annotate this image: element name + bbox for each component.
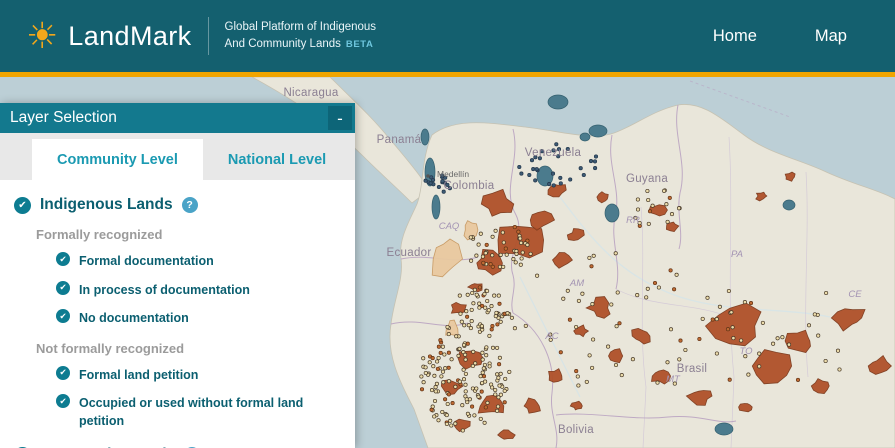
landmark-app: ☀ LandMark Global Platform of Indigenous… <box>0 0 895 448</box>
nav-map[interactable]: Map <box>815 27 847 46</box>
map-label-rr: RR <box>626 215 640 226</box>
checkbox-checked-icon[interactable]: ✔ <box>56 280 70 295</box>
panel-title: Layer Selection <box>10 109 117 126</box>
map-label-brasil: Brasil <box>677 363 708 375</box>
checkbox-checked-icon[interactable]: ✔ <box>56 252 70 266</box>
map-label-bolivia: Bolivia <box>558 424 594 436</box>
map-label-colombia: Colombia <box>444 180 495 192</box>
layer-label: Formal documentation <box>79 254 214 268</box>
indigenous-lands-label: Indigenous Lands <box>40 196 173 213</box>
map-label-ac: AC <box>544 331 558 342</box>
tagline-line2-wrap: And Community Lands BETA <box>225 36 377 53</box>
layer-no-documentation[interactable]: ✔ No documentation <box>56 309 343 328</box>
tab-national-level[interactable]: National Level <box>203 139 351 180</box>
layer-formal-land-petition[interactable]: ✔ Formal land petition <box>56 365 343 385</box>
city-marker-medellin <box>426 174 430 178</box>
map-label-am: AM <box>569 278 584 289</box>
nav-home[interactable]: Home <box>713 27 757 46</box>
map-label-venezuela: Venezuela <box>525 147 582 159</box>
map-label-ecuador: Ecuador <box>387 247 432 259</box>
brand-name[interactable]: LandMark <box>68 21 191 52</box>
main-nav: Home Map <box>713 27 869 46</box>
map-label-nicaragua: Nicaragua <box>283 87 338 99</box>
panel-header: Layer Selection - <box>0 103 355 133</box>
layer-occupied-without-formal-petition[interactable]: ✔ Occupied or used without formal land p… <box>56 394 343 430</box>
panel-tabs: Community Level National Level <box>0 133 355 180</box>
tagline: Global Platform of Indigenous And Commun… <box>225 19 377 54</box>
checkbox-checked-icon[interactable]: ✔ <box>56 365 70 380</box>
checkbox-checked-icon[interactable]: ✔ <box>14 196 31 214</box>
map-label-pa: PA <box>731 249 743 260</box>
map-label-medellín: Medellín <box>437 169 469 179</box>
layer-selection-panel: Layer Selection - Community Level Nation… <box>0 103 355 448</box>
landmark-sun-logo-icon: ☀ <box>26 15 59 56</box>
layer-formal-documentation[interactable]: ✔ Formal documentation <box>56 252 343 271</box>
group-heading-not-formally-recognized: Not formally recognized <box>36 340 185 356</box>
checkbox-checked-icon[interactable]: ✔ <box>56 394 70 408</box>
map-label-mt: MT <box>666 374 681 385</box>
header-divider <box>207 17 209 55</box>
map-label-caq: CAQ <box>439 221 460 232</box>
tagline-line2: And Community Lands <box>224 38 341 50</box>
layer-label: Occupied or used without formal land pet… <box>79 396 304 428</box>
layer-label: No documentation <box>79 311 189 325</box>
header: ☀ LandMark Global Platform of Indigenous… <box>0 0 895 72</box>
accent-stripe <box>0 72 895 77</box>
tagline-line1: Global Platform of Indigenous <box>224 20 377 33</box>
map-label-ce: CE <box>848 289 862 300</box>
beta-badge: BETA <box>345 39 374 50</box>
map-label-to: TO <box>739 346 753 357</box>
layer-label: In process of documentation <box>79 282 250 297</box>
map-label-guyana: Guyana <box>626 173 668 185</box>
tab-community-level[interactable]: Community Level <box>32 139 203 180</box>
collapse-panel-button[interactable]: - <box>328 106 352 130</box>
panel-body: ✔ Indigenous Lands ? Formally recognized… <box>0 180 355 448</box>
layer-in-process-of-documentation[interactable]: ✔ In process of documentation <box>56 280 343 300</box>
map-label-panamá: Panamá <box>377 134 422 146</box>
layer-label: Formal land petition <box>79 367 199 382</box>
checkbox-checked-icon[interactable]: ✔ <box>56 309 70 323</box>
help-icon[interactable]: ? <box>181 197 198 213</box>
group-heading-formally-recognized: Formally recognized <box>36 227 163 242</box>
layer-indigenous-lands[interactable]: ✔ Indigenous Lands ? <box>14 196 343 214</box>
